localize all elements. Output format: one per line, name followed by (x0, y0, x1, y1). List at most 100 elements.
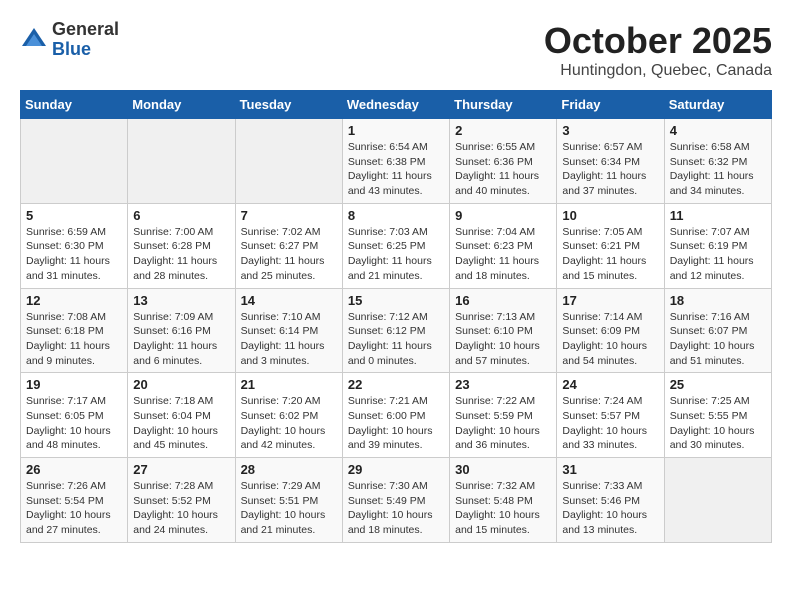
calendar-cell: 5 Sunrise: 6:59 AM Sunset: 6:30 PM Daylig… (21, 203, 128, 288)
day-info: Sunrise: 6:57 AM Sunset: 6:34 PM Dayligh… (562, 140, 658, 199)
day-number: 27 (133, 462, 229, 477)
day-number: 30 (455, 462, 551, 477)
calendar-cell: 18Sunrise: 7:16 AM Sunset: 6:07 PM Dayli… (664, 288, 771, 373)
location: Huntingdon, Quebec, Canada (544, 62, 772, 80)
day-number: 7 (241, 208, 337, 223)
day-info: Sunrise: 6:59 AM Sunset: 6:30 PM Dayligh… (26, 225, 122, 284)
weekday-header: Wednesday (342, 91, 449, 119)
day-number: 6 (133, 208, 229, 223)
day-number: 25 (670, 377, 766, 392)
calendar-cell: 14Sunrise: 7:10 AM Sunset: 6:14 PM Dayli… (235, 288, 342, 373)
calendar-cell: 20Sunrise: 7:18 AM Sunset: 6:04 PM Dayli… (128, 373, 235, 458)
day-number: 14 (241, 293, 337, 308)
calendar-cell: 6 Sunrise: 7:00 AM Sunset: 6:28 PM Daylig… (128, 203, 235, 288)
day-number: 3 (562, 123, 658, 138)
calendar-cell: 2 Sunrise: 6:55 AM Sunset: 6:36 PM Daylig… (450, 119, 557, 204)
calendar-week-row: 5 Sunrise: 6:59 AM Sunset: 6:30 PM Daylig… (21, 203, 772, 288)
weekday-header: Saturday (664, 91, 771, 119)
calendar-week-row: 19 Sunrise: 7:17 AM Sunset: 6:05 PM Dayli… (21, 373, 772, 458)
calendar-cell: 28 Sunrise: 7:29 AM Sunset: 5:51 PM Dayli… (235, 458, 342, 543)
day-number: 28 (241, 462, 337, 477)
calendar-cell: 27 Sunrise: 7:28 AM Sunset: 5:52 PM Dayli… (128, 458, 235, 543)
day-info: Sunrise: 7:20 AM Sunset: 6:02 PM Dayligh… (241, 394, 337, 453)
day-info: Sunrise: 6:54 AM Sunset: 6:38 PM Dayligh… (348, 140, 444, 199)
day-info: Sunrise: 6:55 AM Sunset: 6:36 PM Dayligh… (455, 140, 551, 199)
day-number: 5 (26, 208, 122, 223)
calendar: SundayMondayTuesdayWednesdayThursdayFrid… (20, 90, 772, 543)
day-info: Sunrise: 7:16 AM Sunset: 6:07 PM Dayligh… (670, 310, 766, 369)
calendar-week-row: 1 Sunrise: 6:54 AM Sunset: 6:38 PM Daylig… (21, 119, 772, 204)
day-info: Sunrise: 7:13 AM Sunset: 6:10 PM Dayligh… (455, 310, 551, 369)
title-section: October 2025 Huntingdon, Quebec, Canada (544, 20, 772, 80)
calendar-cell: 11 Sunrise: 7:07 AM Sunset: 6:19 PM Dayli… (664, 203, 771, 288)
weekday-header: Friday (557, 91, 664, 119)
calendar-cell (664, 458, 771, 543)
calendar-week-row: 12 Sunrise: 7:08 AM Sunset: 6:18 PM Dayli… (21, 288, 772, 373)
day-number: 31 (562, 462, 658, 477)
calendar-cell: 17Sunrise: 7:14 AM Sunset: 6:09 PM Dayli… (557, 288, 664, 373)
weekday-header: Monday (128, 91, 235, 119)
day-number: 1 (348, 123, 444, 138)
day-number: 24 (562, 377, 658, 392)
calendar-cell: 4 Sunrise: 6:58 AM Sunset: 6:32 PM Daylig… (664, 119, 771, 204)
calendar-body: 1 Sunrise: 6:54 AM Sunset: 6:38 PM Daylig… (21, 119, 772, 543)
weekday-header: Sunday (21, 91, 128, 119)
calendar-cell: 26 Sunrise: 7:26 AM Sunset: 5:54 PM Dayli… (21, 458, 128, 543)
calendar-cell: 15Sunrise: 7:12 AM Sunset: 6:12 PM Dayli… (342, 288, 449, 373)
day-info: Sunrise: 7:26 AM Sunset: 5:54 PM Dayligh… (26, 479, 122, 538)
day-number: 16 (455, 293, 551, 308)
day-info: Sunrise: 7:17 AM Sunset: 6:05 PM Dayligh… (26, 394, 122, 453)
weekday-header: Tuesday (235, 91, 342, 119)
day-info: Sunrise: 7:04 AM Sunset: 6:23 PM Dayligh… (455, 225, 551, 284)
calendar-week-row: 26 Sunrise: 7:26 AM Sunset: 5:54 PM Dayli… (21, 458, 772, 543)
weekday-header: Thursday (450, 91, 557, 119)
day-number: 2 (455, 123, 551, 138)
day-info: Sunrise: 7:12 AM Sunset: 6:12 PM Dayligh… (348, 310, 444, 369)
calendar-cell: 29Sunrise: 7:30 AM Sunset: 5:49 PM Dayli… (342, 458, 449, 543)
calendar-cell: 3 Sunrise: 6:57 AM Sunset: 6:34 PM Daylig… (557, 119, 664, 204)
calendar-cell: 9 Sunrise: 7:04 AM Sunset: 6:23 PM Daylig… (450, 203, 557, 288)
weekday-row: SundayMondayTuesdayWednesdayThursdayFrid… (21, 91, 772, 119)
month-title: October 2025 (544, 20, 772, 62)
calendar-cell (21, 119, 128, 204)
day-number: 29 (348, 462, 444, 477)
logo-general: General (52, 20, 119, 40)
calendar-cell (128, 119, 235, 204)
day-number: 23 (455, 377, 551, 392)
day-info: Sunrise: 7:00 AM Sunset: 6:28 PM Dayligh… (133, 225, 229, 284)
day-info: Sunrise: 7:33 AM Sunset: 5:46 PM Dayligh… (562, 479, 658, 538)
calendar-cell: 7Sunrise: 7:02 AM Sunset: 6:27 PM Daylig… (235, 203, 342, 288)
day-info: Sunrise: 7:29 AM Sunset: 5:51 PM Dayligh… (241, 479, 337, 538)
calendar-cell: 23 Sunrise: 7:22 AM Sunset: 5:59 PM Dayli… (450, 373, 557, 458)
day-info: Sunrise: 7:09 AM Sunset: 6:16 PM Dayligh… (133, 310, 229, 369)
day-number: 8 (348, 208, 444, 223)
day-info: Sunrise: 7:21 AM Sunset: 6:00 PM Dayligh… (348, 394, 444, 453)
day-info: Sunrise: 7:14 AM Sunset: 6:09 PM Dayligh… (562, 310, 658, 369)
day-number: 11 (670, 208, 766, 223)
day-number: 4 (670, 123, 766, 138)
calendar-cell: 13 Sunrise: 7:09 AM Sunset: 6:16 PM Dayli… (128, 288, 235, 373)
day-number: 26 (26, 462, 122, 477)
calendar-cell (235, 119, 342, 204)
day-info: Sunrise: 7:03 AM Sunset: 6:25 PM Dayligh… (348, 225, 444, 284)
logo-icon (20, 26, 48, 54)
calendar-cell: 16 Sunrise: 7:13 AM Sunset: 6:10 PM Dayli… (450, 288, 557, 373)
day-info: Sunrise: 6:58 AM Sunset: 6:32 PM Dayligh… (670, 140, 766, 199)
day-number: 19 (26, 377, 122, 392)
day-info: Sunrise: 7:07 AM Sunset: 6:19 PM Dayligh… (670, 225, 766, 284)
day-number: 22 (348, 377, 444, 392)
day-info: Sunrise: 7:24 AM Sunset: 5:57 PM Dayligh… (562, 394, 658, 453)
day-number: 12 (26, 293, 122, 308)
calendar-cell: 21Sunrise: 7:20 AM Sunset: 6:02 PM Dayli… (235, 373, 342, 458)
day-info: Sunrise: 7:08 AM Sunset: 6:18 PM Dayligh… (26, 310, 122, 369)
calendar-cell: 12 Sunrise: 7:08 AM Sunset: 6:18 PM Dayli… (21, 288, 128, 373)
calendar-cell: 31 Sunrise: 7:33 AM Sunset: 5:46 PM Dayli… (557, 458, 664, 543)
calendar-cell: 1 Sunrise: 6:54 AM Sunset: 6:38 PM Daylig… (342, 119, 449, 204)
calendar-cell: 25 Sunrise: 7:25 AM Sunset: 5:55 PM Dayli… (664, 373, 771, 458)
day-number: 9 (455, 208, 551, 223)
day-info: Sunrise: 7:25 AM Sunset: 5:55 PM Dayligh… (670, 394, 766, 453)
day-info: Sunrise: 7:22 AM Sunset: 5:59 PM Dayligh… (455, 394, 551, 453)
calendar-cell: 19 Sunrise: 7:17 AM Sunset: 6:05 PM Dayli… (21, 373, 128, 458)
day-number: 13 (133, 293, 229, 308)
day-info: Sunrise: 7:28 AM Sunset: 5:52 PM Dayligh… (133, 479, 229, 538)
